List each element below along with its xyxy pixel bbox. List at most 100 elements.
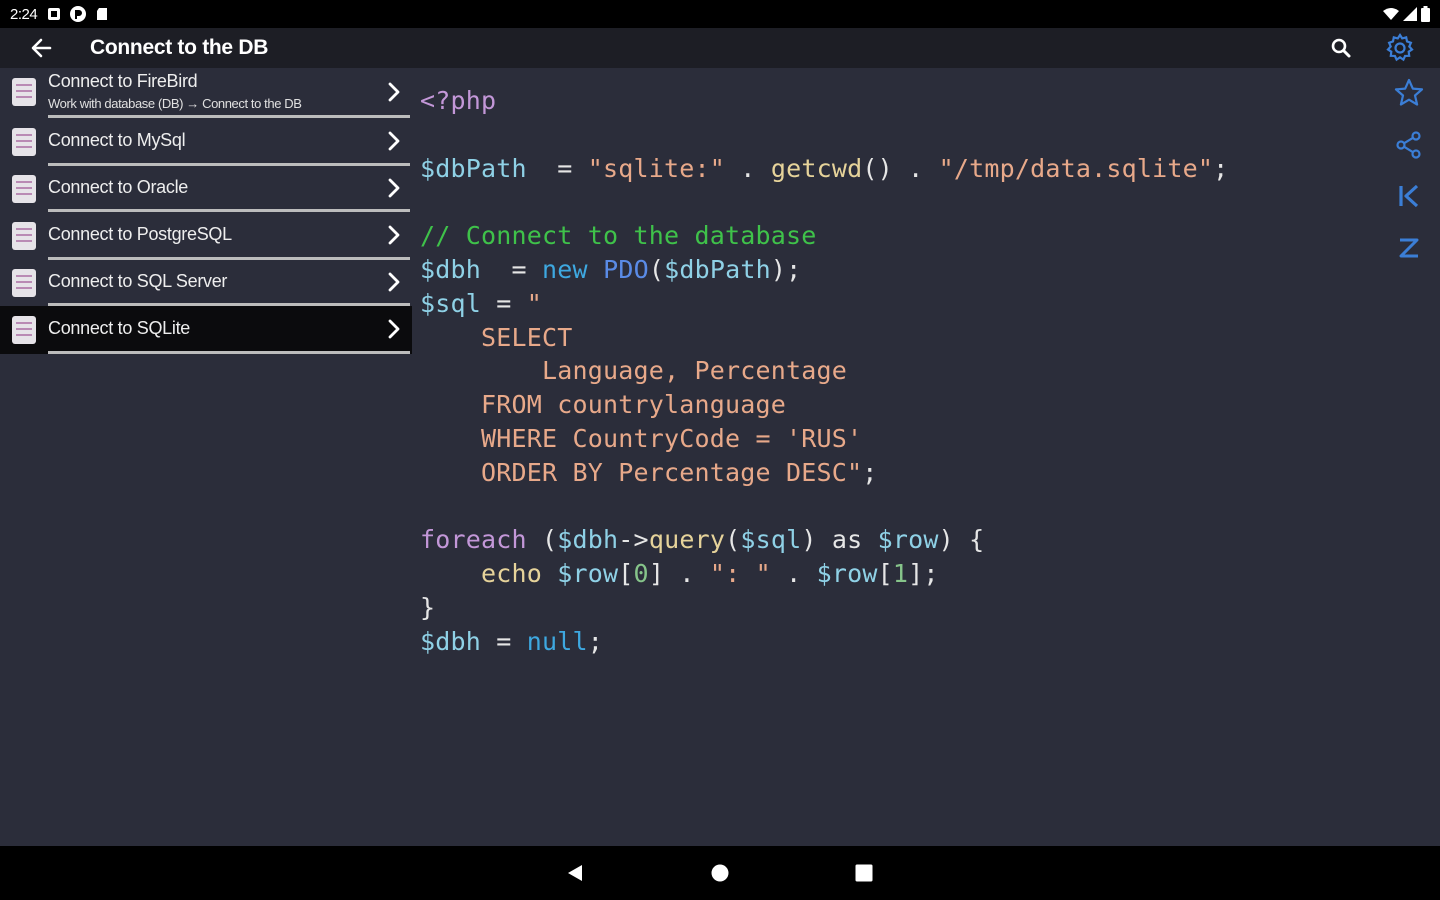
code-token: = bbox=[481, 626, 527, 656]
code-line: Language, Percentage bbox=[420, 354, 1370, 388]
code-line: $dbh = new PDO($dbPath); bbox=[420, 253, 1370, 287]
first-page-button[interactable] bbox=[1390, 177, 1428, 215]
sidebar-item-label: Connect to MySql bbox=[48, 130, 186, 150]
code-line: // Connect to the database bbox=[420, 219, 1370, 253]
wifi-icon bbox=[1383, 8, 1399, 20]
document-icon bbox=[12, 316, 36, 344]
code-token: PDO bbox=[603, 254, 649, 284]
favorite-button[interactable] bbox=[1390, 74, 1428, 112]
battery-icon bbox=[1421, 6, 1430, 22]
sidebar-item-firebird[interactable]: Connect to FireBird Work with database (… bbox=[0, 68, 412, 118]
code-token: = bbox=[526, 153, 588, 183]
app-bar: Connect to the DB bbox=[0, 28, 1440, 68]
sidebar-item-sqlite[interactable]: Connect to SQLite bbox=[0, 306, 412, 354]
settings-button[interactable] bbox=[1382, 30, 1418, 66]
code-token: WHERE CountryCode = 'RUS' bbox=[420, 423, 863, 453]
code-line: <?php bbox=[420, 84, 1370, 118]
nav-back-button[interactable] bbox=[560, 858, 590, 888]
cell-signal-icon bbox=[1403, 7, 1417, 21]
code-token: ; bbox=[587, 626, 604, 656]
code-token: <?php bbox=[420, 86, 497, 115]
code-token: $dbh bbox=[420, 626, 482, 656]
recents-square-icon bbox=[855, 864, 873, 882]
pocket-casts-icon bbox=[70, 6, 87, 22]
back-triangle-icon bbox=[568, 865, 582, 881]
code-token: = bbox=[481, 288, 527, 318]
sidebar-item-postgresql[interactable]: Connect to PostgreSQL bbox=[0, 212, 412, 260]
code-token: ( bbox=[526, 525, 558, 555]
code-token: [ bbox=[877, 559, 893, 589]
code-token: ( bbox=[725, 525, 741, 555]
code-token: $dbPath bbox=[420, 153, 527, 183]
code-token: . bbox=[770, 559, 817, 589]
code-line: SELECT bbox=[420, 321, 1370, 355]
code-token: $sql bbox=[740, 525, 802, 555]
last-page-icon bbox=[1399, 238, 1419, 258]
back-button[interactable] bbox=[24, 32, 58, 64]
sidebar-item-mysql[interactable]: Connect to MySql bbox=[0, 118, 412, 166]
code-token: "sqlite:" bbox=[587, 153, 726, 183]
code-token: $row bbox=[557, 559, 619, 589]
code-token: ( bbox=[648, 254, 665, 284]
sidebar-item-oracle[interactable]: Connect to Oracle bbox=[0, 166, 412, 212]
code-token: ) as bbox=[801, 525, 878, 555]
search-icon bbox=[1331, 38, 1351, 58]
code-token: $row bbox=[877, 525, 939, 555]
code-token: ; bbox=[1213, 153, 1229, 183]
code-line: FROM countrylanguage bbox=[420, 388, 1370, 422]
code-line: ORDER BY Percentage DESC"; bbox=[420, 456, 1370, 490]
code-line: } bbox=[420, 591, 1370, 625]
code-token: new bbox=[542, 254, 588, 284]
code-token: } bbox=[420, 592, 436, 622]
code-token: $sql bbox=[420, 288, 482, 318]
code-line: $dbh = null; bbox=[420, 625, 1370, 659]
code-token: query bbox=[648, 525, 726, 555]
sd-card-icon bbox=[97, 8, 108, 20]
code-token: $row bbox=[816, 559, 878, 589]
sidebar-item-label: Connect to SQLite bbox=[48, 318, 190, 338]
sidebar: Connect to FireBird Work with database (… bbox=[0, 68, 412, 354]
sidebar-item-sql-server[interactable]: Connect to SQL Server bbox=[0, 260, 412, 306]
code-token: "/tmp/data.sqlite" bbox=[938, 153, 1214, 183]
share-icon bbox=[1396, 131, 1421, 159]
code-token: ) { bbox=[938, 525, 985, 555]
code-line: $sql = " bbox=[420, 287, 1370, 321]
code-token: 1 bbox=[892, 559, 909, 589]
home-circle-icon bbox=[711, 864, 729, 882]
code-token: ORDER BY Percentage DESC" bbox=[420, 457, 863, 487]
code-viewer: <?php $dbPath = "sqlite:" . getcwd() . "… bbox=[420, 84, 1370, 659]
arrow-back-icon bbox=[31, 38, 52, 58]
code-token: [ bbox=[618, 559, 634, 589]
share-button[interactable] bbox=[1390, 126, 1428, 164]
status-time: 2:24 bbox=[10, 5, 38, 23]
code-token: getcwd bbox=[770, 153, 863, 183]
chevron-right-icon bbox=[388, 272, 400, 292]
code-token: foreach bbox=[420, 525, 527, 555]
sidebar-item-label: Connect to Oracle bbox=[48, 177, 188, 197]
code-token: $dbPath bbox=[664, 254, 771, 284]
code-token: = bbox=[481, 254, 543, 284]
code-token: ] . bbox=[648, 559, 710, 589]
code-token: echo bbox=[420, 559, 558, 589]
code-token: null bbox=[526, 626, 588, 656]
code-token: -> bbox=[618, 525, 649, 555]
nav-home-button[interactable] bbox=[705, 858, 735, 888]
code-token: 0 bbox=[633, 559, 649, 589]
chevron-right-icon bbox=[388, 225, 400, 245]
divider bbox=[48, 351, 410, 354]
last-page-button[interactable] bbox=[1390, 229, 1428, 267]
code-line: $dbPath = "sqlite:" . getcwd() . "/tmp/d… bbox=[420, 152, 1370, 186]
search-button[interactable] bbox=[1324, 32, 1358, 64]
code-token: ": " bbox=[709, 559, 771, 589]
code-token: () . bbox=[862, 153, 939, 183]
nav-recents-button[interactable] bbox=[849, 858, 879, 888]
chevron-right-icon bbox=[388, 82, 400, 102]
chevron-right-icon bbox=[388, 319, 400, 339]
code-token: SELECT bbox=[420, 322, 573, 352]
gear-icon bbox=[1386, 32, 1414, 62]
code-token: ); bbox=[770, 254, 802, 284]
star-icon bbox=[1394, 78, 1424, 106]
